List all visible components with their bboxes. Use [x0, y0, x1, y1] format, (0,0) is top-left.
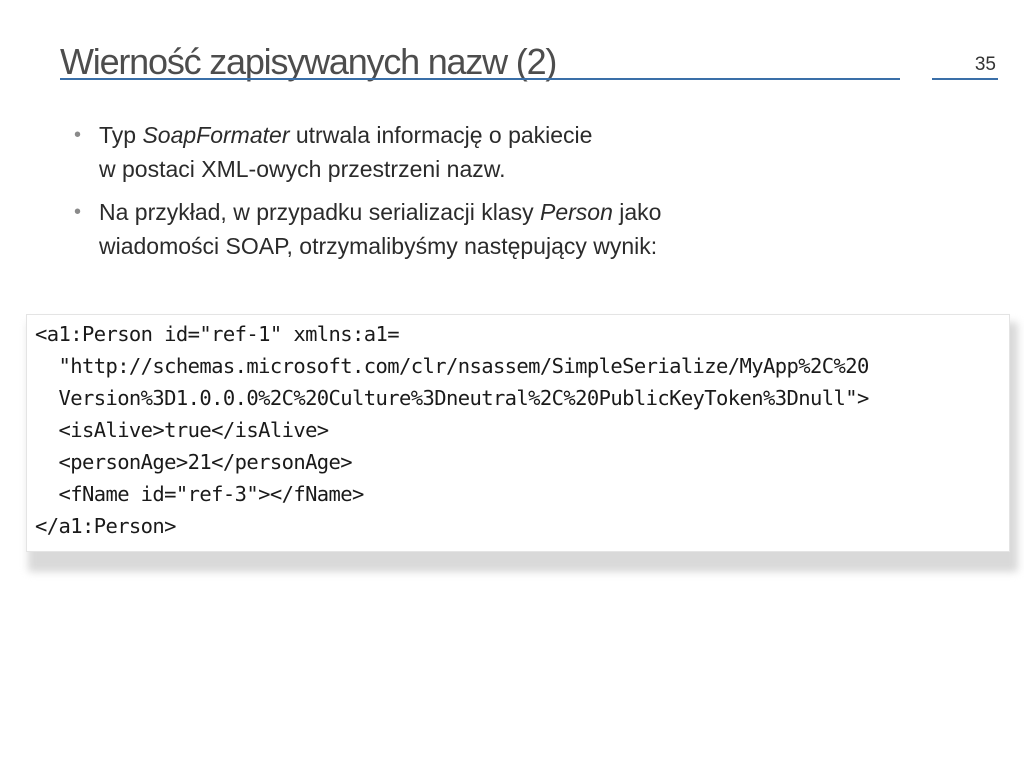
bullet-list: • Typ SoapFormater utrwala informację o … [72, 118, 972, 272]
code-line: <fName id="ref-3"></fName> [35, 482, 364, 506]
code-line: <personAge>21</personAge> [35, 450, 353, 474]
class-name-italic: SoapFormater [142, 122, 290, 148]
slide-number: 35 [974, 54, 996, 75]
bullet-item: • Typ SoapFormater utrwala informację o … [72, 118, 972, 186]
bullet-dot-icon: • [74, 124, 82, 146]
code-line: <isAlive>true</isAlive> [35, 418, 329, 442]
bullet-item: • Na przykład, w przypadku serializacji … [72, 195, 972, 263]
bullet-line: wiadomości SOAP, otrzymalibyśmy następuj… [99, 233, 658, 259]
title-underline [60, 78, 900, 80]
bullet-line: w postaci XML-owych przestrzeni nazw. [99, 156, 506, 182]
code-block: <a1:Person id="ref-1" xmlns:a1= "http://… [26, 314, 1010, 552]
bullet-dot-icon: • [74, 201, 82, 223]
slide-number-underline [932, 78, 998, 80]
code-line: <a1:Person id="ref-1" xmlns:a1= [35, 322, 400, 346]
bullet-line: Typ SoapFormater utrwala informację o pa… [99, 122, 593, 148]
code-line: Version%3D1.0.0.0%2C%20Culture%3Dneutral… [35, 386, 869, 410]
class-name-italic: Person [540, 199, 613, 225]
code-line: </a1:Person> [35, 514, 177, 538]
bullet-line: Na przykład, w przypadku serializacji kl… [99, 199, 662, 225]
code-line: "http://schemas.microsoft.com/clr/nsasse… [35, 354, 869, 378]
